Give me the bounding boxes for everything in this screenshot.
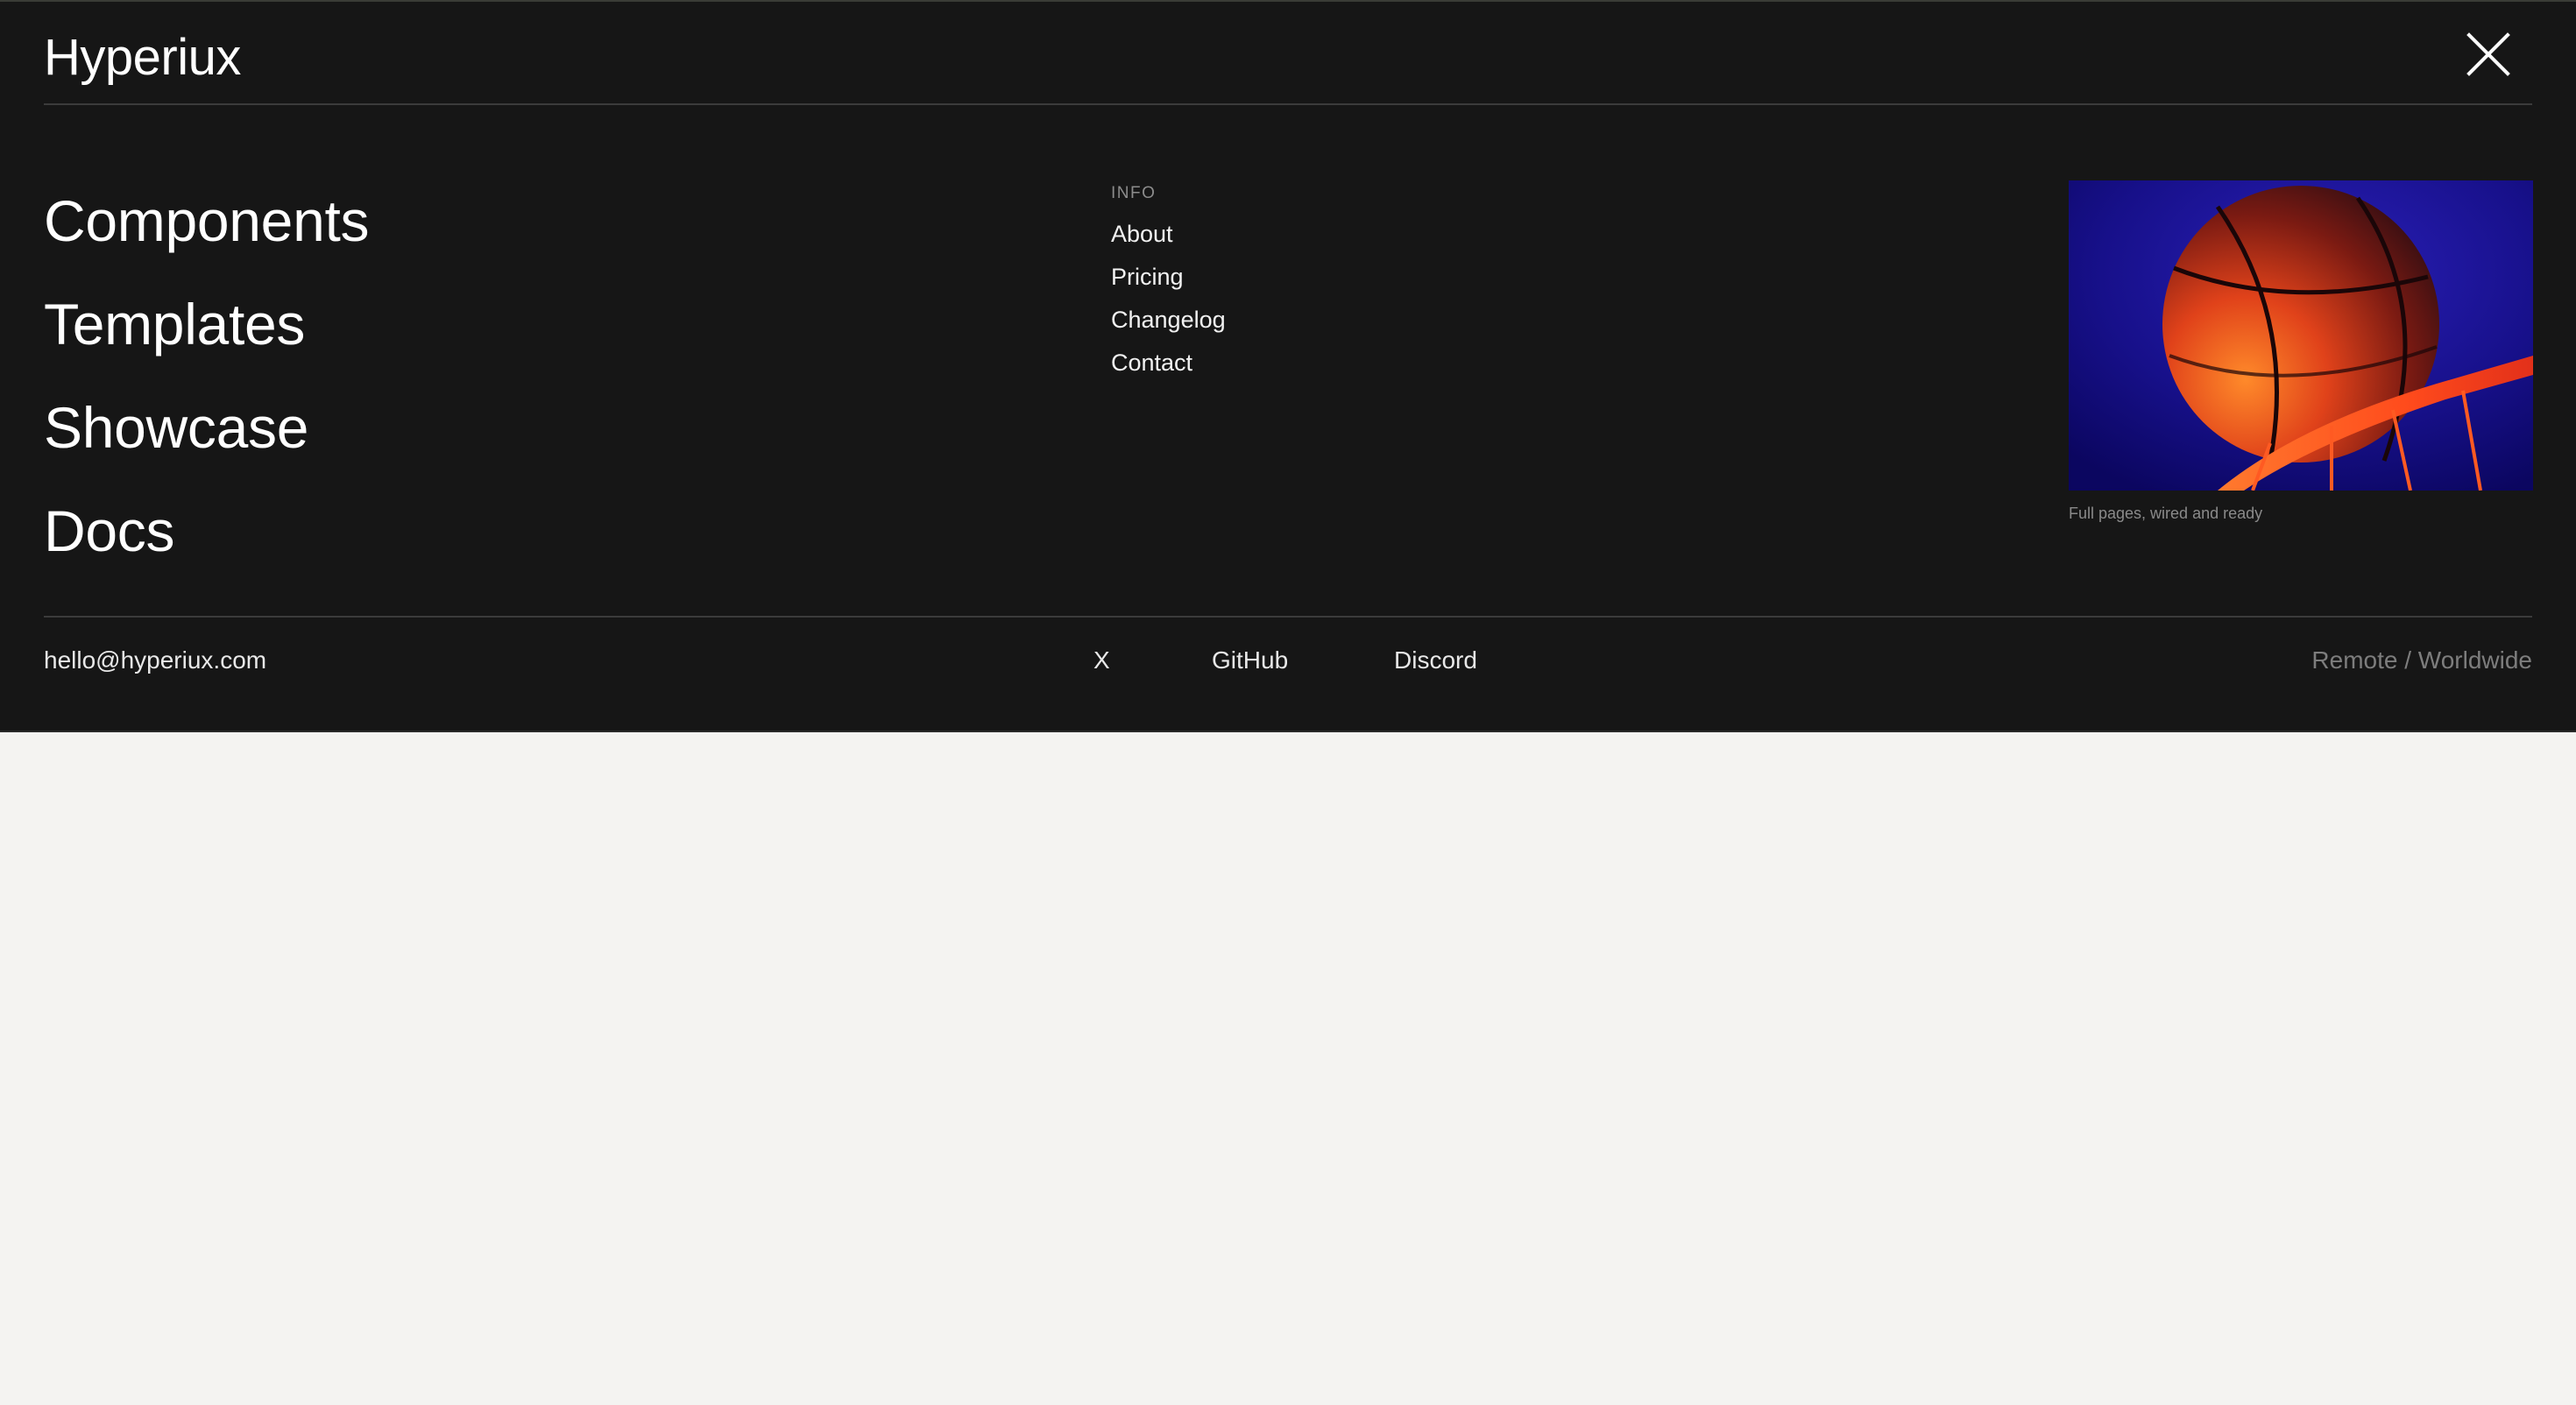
menu-overlay: Hyperiux Components Templates Showcase D… (0, 0, 2576, 732)
header-divider (44, 103, 2532, 105)
social-link-discord[interactable]: Discord (1394, 643, 1477, 678)
info-link-changelog[interactable]: Changelog (1111, 305, 1226, 348)
social-link-github[interactable]: GitHub (1212, 643, 1288, 678)
feature-card[interactable]: Full pages, wired and ready (2069, 180, 2533, 524)
feature-image (2069, 180, 2533, 491)
nav-item-docs[interactable]: Docs (44, 487, 369, 590)
info-link-pricing[interactable]: Pricing (1111, 262, 1226, 305)
nav-item-showcase[interactable]: Showcase (44, 384, 369, 487)
feature-caption: Full pages, wired and ready (2069, 505, 2263, 522)
primary-nav: Components Templates Showcase Docs (44, 177, 370, 590)
info-heading: INFO (1111, 184, 1157, 202)
nav-item-templates[interactable]: Templates (44, 280, 369, 384)
info-link-about[interactable]: About (1111, 219, 1226, 262)
close-menu-button[interactable] (2460, 28, 2516, 84)
social-link-x[interactable]: X (1093, 643, 1110, 678)
brand-logo[interactable]: Hyperiux (44, 25, 241, 91)
footer-divider (44, 616, 2532, 618)
info-links: INFO About Pricing Changelog Contact (1111, 182, 1226, 391)
close-icon (2466, 32, 2510, 76)
contact-email-link[interactable]: hello@hyperiux.com (44, 643, 266, 678)
info-link-contact[interactable]: Contact (1111, 348, 1226, 391)
location-text: Remote / Worldwide (2311, 646, 2532, 674)
nav-item-components[interactable]: Components (44, 177, 370, 280)
